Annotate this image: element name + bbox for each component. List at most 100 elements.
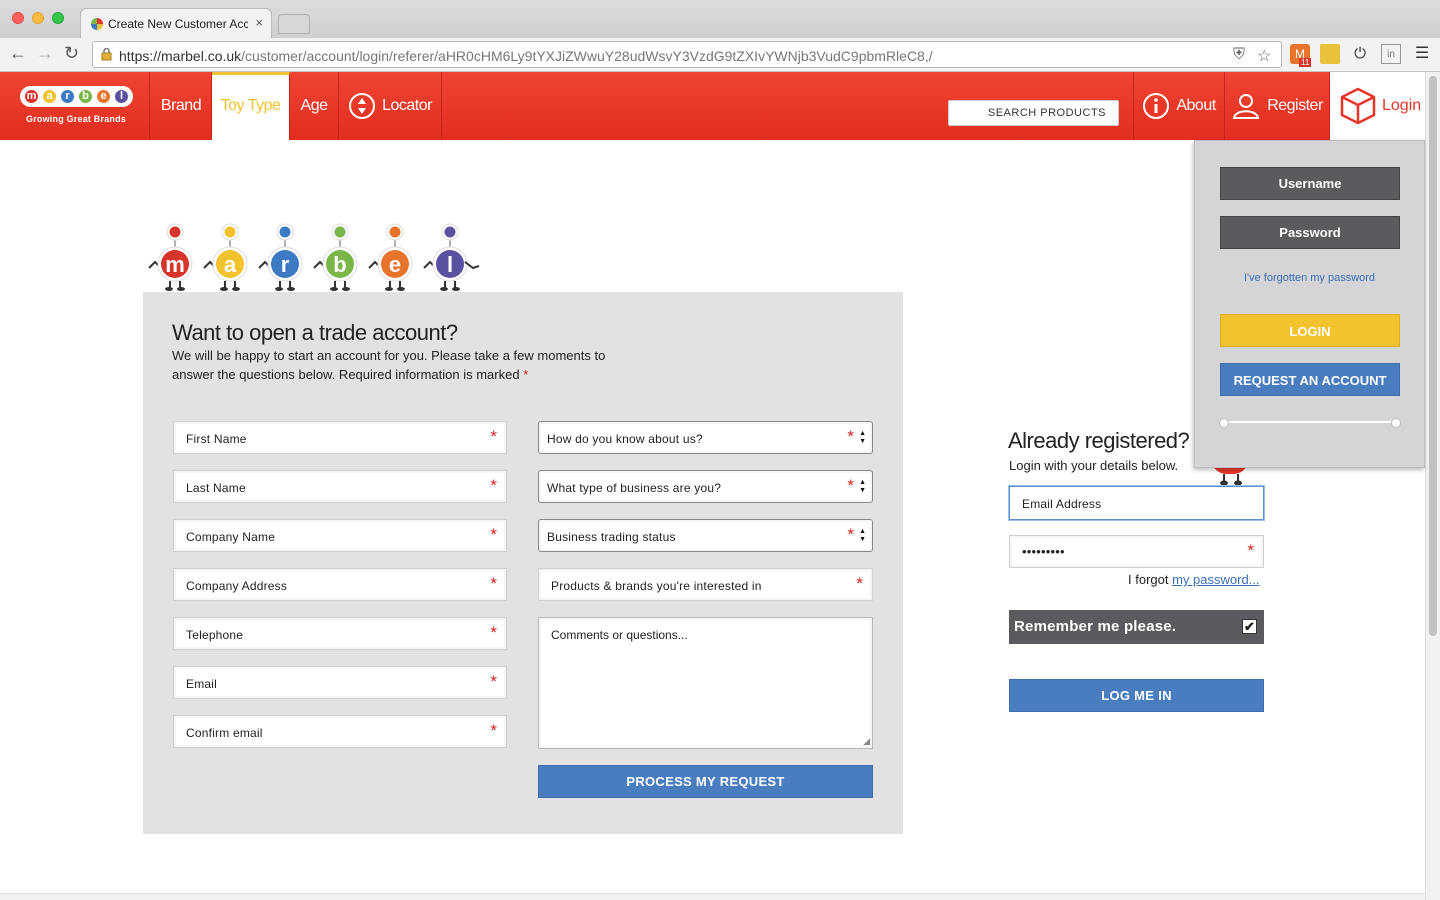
trade-intro: We will be happy to start an account for…	[172, 348, 606, 382]
confirm-email-field[interactable]: Confirm email *	[173, 715, 507, 748]
tab-title: Create New Customer Account	[108, 17, 248, 31]
dropdown-username-input[interactable]: Username	[1220, 167, 1400, 200]
dropdown-login-button[interactable]: LOGIN	[1220, 314, 1400, 347]
select-arrows-icon: ▲ ▼	[859, 479, 866, 494]
user-icon	[1233, 93, 1260, 119]
dropdown-slider[interactable]	[1219, 418, 1401, 428]
svg-text:l: l	[447, 252, 453, 277]
mascot-e: e	[368, 223, 413, 291]
mascot-b: b	[313, 223, 358, 291]
back-arrow-icon[interactable]: ←	[9, 43, 27, 64]
extension-badge: 11	[1299, 58, 1312, 67]
power-icon[interactable]: ⏻	[1350, 44, 1370, 64]
logo-letter-l: l	[113, 88, 130, 105]
lock-icon	[101, 47, 112, 61]
mascot-feet-icon	[1220, 474, 1242, 486]
scroll-thumb[interactable]	[1429, 76, 1437, 636]
svg-text:e: e	[389, 252, 401, 277]
remember-me-checkbox[interactable]: ✔	[1242, 619, 1257, 634]
nav-register-label: Register	[1267, 97, 1323, 114]
bookmark-star-icon[interactable]: ☆	[1257, 46, 1271, 66]
linkedin-extension-icon[interactable]: in	[1381, 44, 1401, 64]
logo-letter-m: m	[23, 88, 40, 105]
nav-brand-label: Brand	[160, 97, 202, 114]
nav-about[interactable]: About	[1133, 72, 1225, 140]
select-arrows-icon: ▲ ▼	[859, 430, 866, 445]
login-title: Already registered?	[1008, 428, 1190, 453]
search-products-input[interactable]: SEARCH PRODUCTS	[948, 100, 1119, 126]
how-know-us-select[interactable]: How do you know about us? * ▲ ▼	[538, 421, 873, 454]
login-dropdown: Username Password I've forgotten my pass…	[1194, 140, 1425, 468]
page-footer-edge	[0, 893, 1425, 900]
browser-toolbar: ← → ↻ https://marbel.co.uk/customer/acco…	[0, 38, 1440, 72]
new-tab-button[interactable]	[278, 14, 310, 34]
nav-toy-type[interactable]: Toy Type	[212, 72, 290, 140]
remember-me-label: Remember me please.	[1014, 618, 1177, 635]
mascot-a: a	[203, 223, 248, 291]
mascot-m: m	[148, 223, 193, 291]
nav-locator-label: Locator	[382, 97, 432, 114]
mascot-l: l	[423, 223, 468, 291]
login-password-field[interactable]: ••••••••• *	[1009, 535, 1264, 568]
svg-text:a: a	[224, 252, 237, 277]
svg-text:r: r	[281, 252, 290, 277]
request-account-button[interactable]: REQUEST AN ACCOUNT	[1220, 363, 1400, 396]
resize-grip-icon[interactable]: ◢	[863, 736, 870, 747]
page-scrollbar[interactable]	[1425, 72, 1440, 900]
trade-title: Want to open a trade account?	[172, 320, 458, 345]
mascot-r: r	[258, 223, 303, 291]
log-me-in-button[interactable]: LOG ME IN	[1009, 679, 1264, 712]
nav-age[interactable]: Age	[290, 72, 339, 140]
svg-text:m: m	[165, 252, 185, 277]
login-email-field[interactable]: Email Address	[1009, 486, 1264, 520]
shield-icon[interactable]: ⛨	[1233, 46, 1245, 64]
products-brands-field[interactable]: Products & brands you're interested in *	[538, 568, 873, 601]
first-name-field[interactable]: First Name *	[173, 421, 507, 454]
nav-login[interactable]: Login	[1330, 72, 1425, 140]
logo-letter-a: a	[41, 88, 58, 105]
nav-about-label: About	[1176, 97, 1216, 114]
remember-me-toggle[interactable]: Remember me please. ✔	[1009, 610, 1264, 644]
box-icon	[1340, 87, 1376, 125]
login-subtitle: Login with your details below.	[1009, 458, 1179, 473]
trading-status-select[interactable]: Business trading status * ▲ ▼	[538, 519, 873, 552]
reload-icon[interactable]: ↻	[64, 43, 79, 64]
dropdown-forgot-link[interactable]: I've forgotten my password	[1195, 272, 1424, 284]
browser-chrome: Create New Customer Account × ← → ↻ http…	[0, 0, 1440, 72]
dropdown-password-input[interactable]: Password	[1220, 216, 1400, 249]
nav-register[interactable]: Register	[1225, 72, 1330, 140]
nav-login-label: Login	[1382, 97, 1422, 114]
minimize-window-button[interactable]	[32, 12, 44, 24]
nav-locator[interactable]: Locator	[339, 72, 442, 140]
locator-icon	[349, 92, 376, 119]
last-name-field[interactable]: Last Name *	[173, 470, 507, 503]
nav-toy-type-label: Toy Type	[220, 97, 281, 114]
site-header: marbel Growing Great Brands Brand Toy Ty…	[0, 72, 1425, 140]
site-logo[interactable]: marbel Growing Great Brands	[0, 72, 150, 140]
logo-tagline: Growing Great Brands	[26, 114, 127, 124]
browser-tab[interactable]: Create New Customer Account ×	[80, 8, 272, 38]
logo-letters: marbel	[20, 86, 133, 107]
address-bar[interactable]: https://marbel.co.uk/customer/account/lo…	[92, 41, 1282, 68]
title-bar: Create New Customer Account ×	[0, 0, 1440, 38]
info-icon	[1143, 92, 1170, 119]
close-window-button[interactable]	[12, 12, 24, 24]
forward-arrow-icon[interactable]: →	[36, 43, 54, 64]
tab-close-icon[interactable]: ×	[255, 15, 263, 30]
forgot-password-link[interactable]: my password...	[1172, 572, 1259, 587]
svg-text:b: b	[333, 252, 346, 277]
telephone-field[interactable]: Telephone *	[173, 617, 507, 650]
nav-age-label: Age	[300, 97, 328, 114]
email-field[interactable]: Email *	[173, 666, 507, 699]
process-request-button[interactable]: PROCESS MY REQUEST	[538, 765, 873, 798]
business-type-select[interactable]: What type of business are you? * ▲ ▼	[538, 470, 873, 503]
maximize-window-button[interactable]	[52, 12, 64, 24]
company-address-field[interactable]: Company Address *	[173, 568, 507, 601]
nav-brand[interactable]: Brand	[151, 72, 212, 140]
marbel-mascot-logo: marbel	[148, 223, 480, 291]
analytics-extension-icon[interactable]	[1320, 44, 1340, 64]
select-arrows-icon: ▲ ▼	[859, 528, 866, 543]
comments-textarea[interactable]: Comments or questions... ◢	[538, 617, 873, 749]
company-name-field[interactable]: Company Name *	[173, 519, 507, 552]
menu-icon[interactable]: ☰	[1412, 44, 1432, 64]
